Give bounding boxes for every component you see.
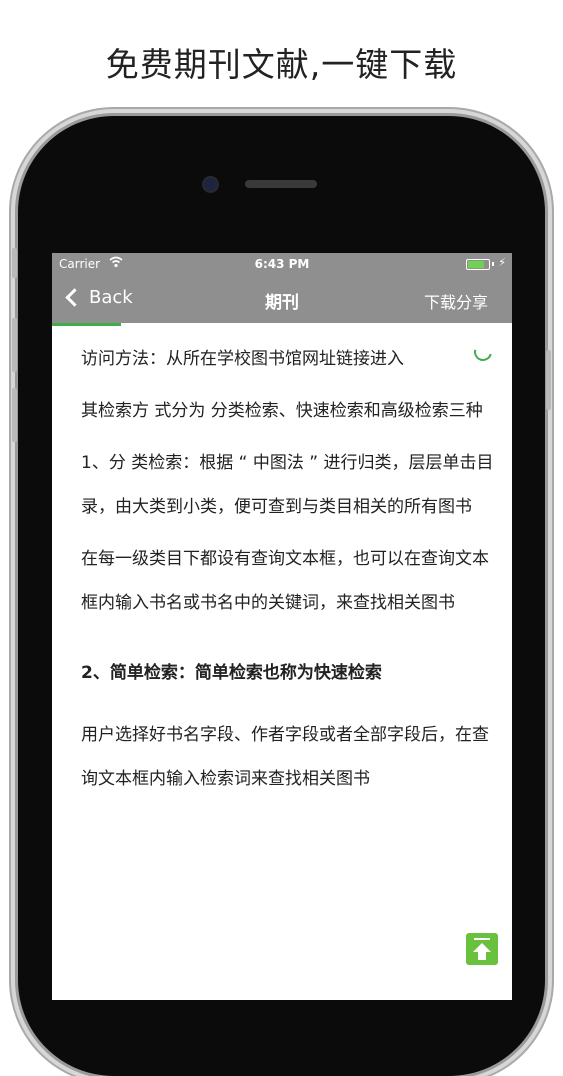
status-bar: Carrier 6:43 PM ⚡ (52, 253, 512, 275)
navigation-bar: Back 期刊 下载分享 (52, 275, 512, 323)
charging-bolt-icon: ⚡ (498, 256, 506, 269)
phone-volume-up (12, 318, 17, 372)
battery-level-fill (468, 261, 485, 268)
earpiece-speaker (245, 180, 317, 188)
battery-tip (492, 262, 494, 266)
scroll-top-bar (474, 938, 490, 940)
paragraph-search-types: 其检索方 式分为 分类检索、快速检索和高级检索三种 (81, 401, 483, 421)
battery-icon (466, 259, 490, 270)
phone-power-button (546, 350, 551, 410)
section-heading-simple-search: 2、简单检索：简单检索也称为快速检索 (81, 663, 382, 683)
article-content: 访问方法：从所在学校图书馆网址链接进入 其检索方 式分为 分类检索、快速检索和高… (81, 337, 501, 809)
phone-mute-switch (12, 248, 17, 278)
download-share-button[interactable]: 下载分享 (424, 289, 488, 313)
paragraph-category-search: 1、分 类检索：根据 “ 中图法 ” 进行归类，层层单击目录，由大类到小类，便可… (81, 453, 494, 517)
paragraph-query-box: 在每一级类目下都设有查询文本框，也可以在查询文本框内输入书名或书名中的关键词，来… (81, 549, 489, 613)
phone-volume-down (12, 388, 17, 442)
scroll-to-top-button[interactable] (466, 933, 498, 965)
promo-headline: 免费期刊文献,一键下载 (105, 45, 458, 84)
back-button[interactable]: Back (64, 287, 133, 308)
status-time: 6:43 PM (254, 257, 310, 271)
paragraph-field-selection: 用户选择好书名字段、作者字段或者全部字段后，在查询文本框内输入检索词来查找相关图… (81, 725, 489, 789)
page-load-progress (52, 323, 121, 326)
chevron-left-icon (65, 288, 84, 307)
phone-screen: Carrier 6:43 PM ⚡ Back 期刊 下载分享 访问方法：从所在学… (52, 253, 512, 1000)
paragraph-access-method: 访问方法：从所在学校图书馆网址链接进入 (81, 349, 404, 369)
back-label: Back (89, 287, 133, 308)
front-camera (204, 178, 217, 191)
arrow-up-stem (478, 951, 486, 960)
